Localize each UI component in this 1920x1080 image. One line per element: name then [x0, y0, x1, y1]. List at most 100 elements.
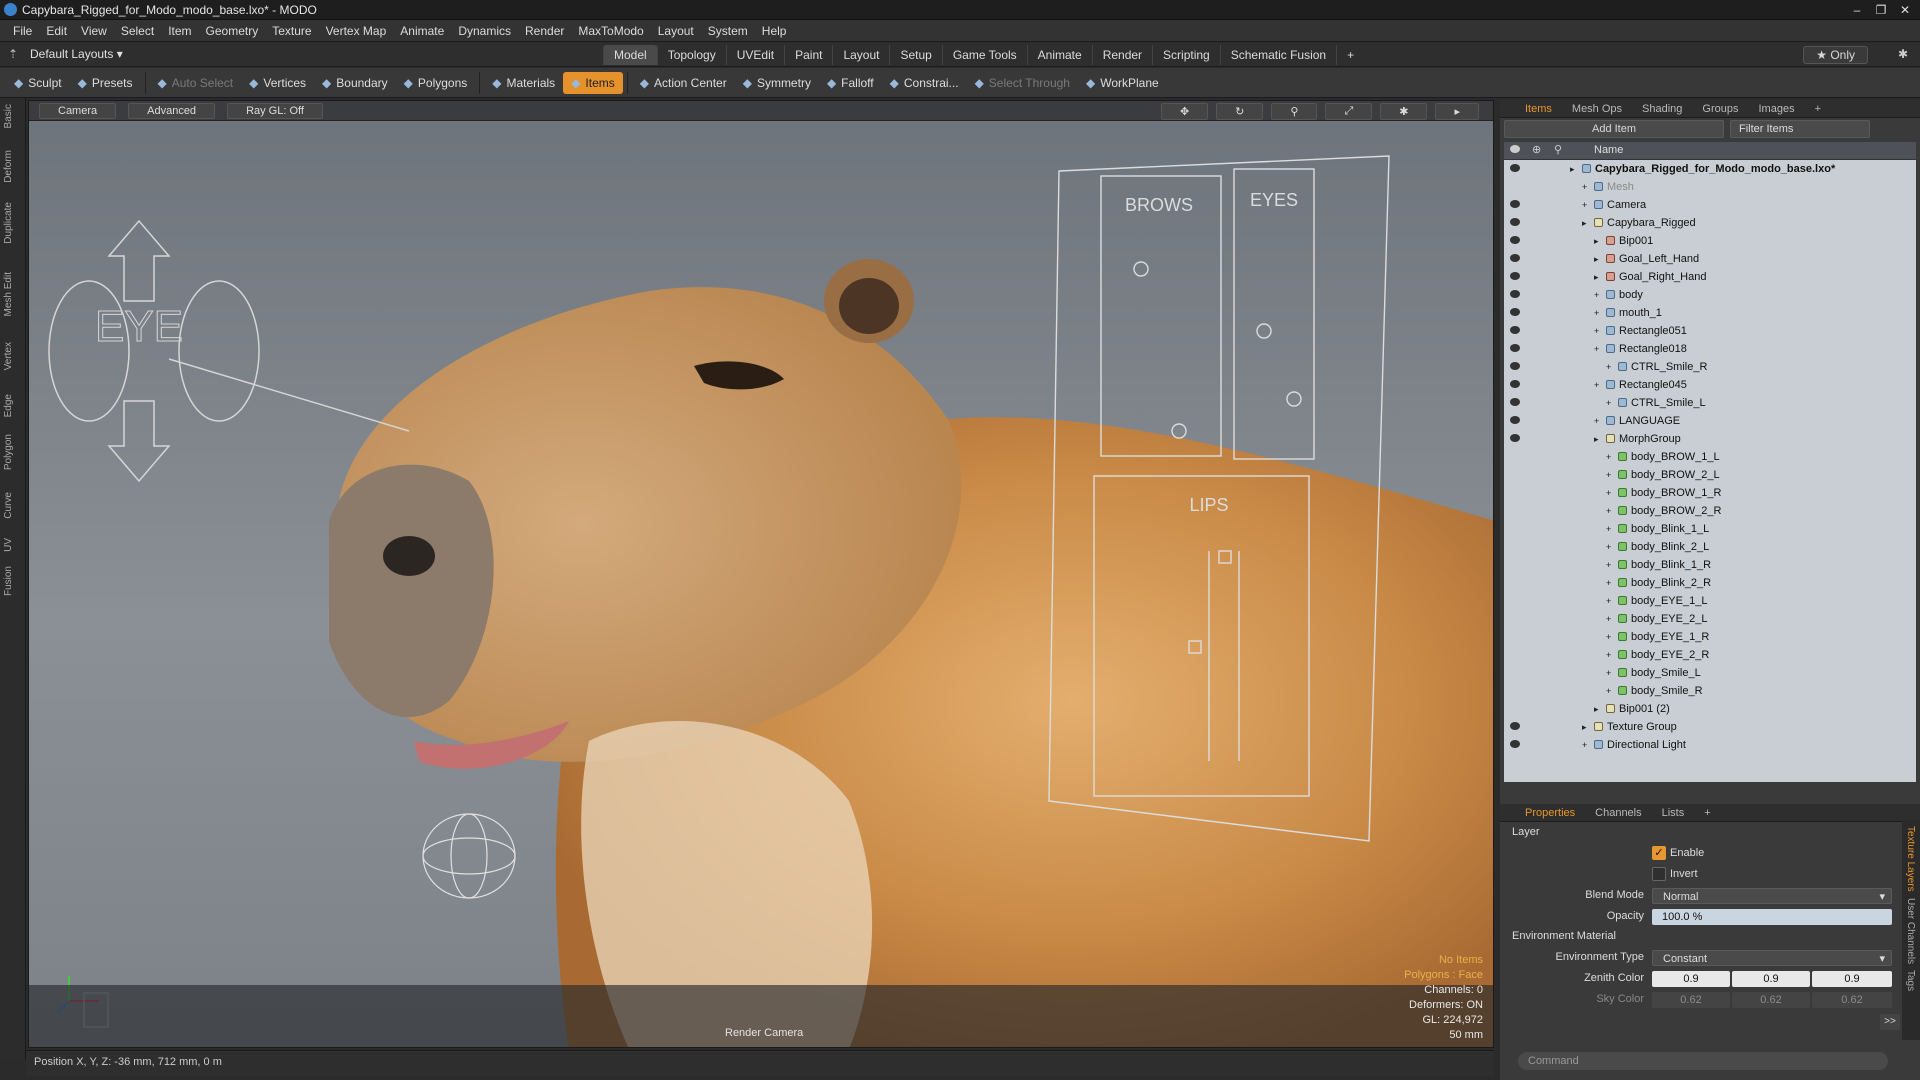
tab-schematic-fusion[interactable]: Schematic Fusion	[1219, 45, 1336, 65]
tree-row[interactable]: + body_Blink_2_L	[1504, 538, 1916, 556]
visibility-eye-icon[interactable]	[1510, 434, 1520, 442]
tree-row[interactable]: + mouth_1	[1504, 304, 1916, 322]
enable-checkbox[interactable]: ✓	[1652, 846, 1666, 860]
expand-toggle-icon[interactable]: +	[1582, 196, 1587, 214]
tree-row[interactable]: + Camera	[1504, 196, 1916, 214]
expand-toggle-icon[interactable]: +	[1606, 574, 1611, 592]
visibility-eye-icon[interactable]	[1510, 254, 1520, 262]
visibility-eye-icon[interactable]	[1510, 398, 1520, 406]
tree-row[interactable]: ▸ Bip001	[1504, 232, 1916, 250]
tab-topology[interactable]: Topology	[656, 45, 726, 65]
left-tab-deform[interactable]: Deform	[3, 150, 23, 183]
environment-section-header[interactable]: Environment Material	[1512, 930, 1616, 942]
expand-toggle-icon[interactable]: ▸	[1582, 718, 1587, 736]
expand-toggle-icon[interactable]: +	[1606, 484, 1611, 502]
tree-row[interactable]: ▸ Goal_Right_Hand	[1504, 268, 1916, 286]
expand-toggle-icon[interactable]: +	[1594, 340, 1599, 358]
tree-row[interactable]: + Rectangle051	[1504, 322, 1916, 340]
workplane-button[interactable]: ◆ WorkPlane	[1078, 72, 1167, 94]
menu-file[interactable]: File	[6, 24, 39, 38]
tree-row[interactable]: + CTRL_Smile_L	[1504, 394, 1916, 412]
opacity-field[interactable]: 100.0 %	[1652, 909, 1892, 925]
tree-row[interactable]: + body_BROW_1_R	[1504, 484, 1916, 502]
lock-column-icon[interactable]: ⊕	[1532, 143, 1541, 156]
add-item-button[interactable]: Add Item	[1504, 120, 1724, 138]
vertices-button[interactable]: ◆ Vertices	[241, 72, 314, 94]
left-tab-polygon[interactable]: Polygon	[3, 434, 23, 470]
tree-row[interactable]: + body_Blink_1_L	[1504, 520, 1916, 538]
tab-layout[interactable]: Layout	[832, 45, 889, 65]
expand-toggle-icon[interactable]: +	[1606, 538, 1611, 556]
expand-toggle-icon[interactable]: ▸	[1594, 700, 1599, 718]
menu-texture[interactable]: Texture	[265, 24, 318, 38]
items-tab-mesh-ops[interactable]: Mesh Ops	[1563, 102, 1631, 116]
tree-row[interactable]: + body_EYE_1_R	[1504, 628, 1916, 646]
tree-row[interactable]: + body_EYE_1_L	[1504, 592, 1916, 610]
presets-button[interactable]: ◆ Presets	[70, 72, 141, 94]
tab-animate[interactable]: Animate	[1026, 45, 1092, 65]
tree-row[interactable]: + body_BROW_2_R	[1504, 502, 1916, 520]
menu-layout[interactable]: Layout	[651, 24, 701, 38]
tree-row[interactable]: + body_Blink_2_R	[1504, 574, 1916, 592]
default-layouts-dropdown[interactable]: Default Layouts ▾	[30, 47, 123, 61]
tab-game-tools[interactable]: Game Tools	[941, 45, 1027, 65]
tab-setup[interactable]: Setup	[889, 45, 941, 65]
left-tab-edge[interactable]: Edge	[3, 394, 23, 417]
menu-maxtomodo[interactable]: MaxToModo	[571, 24, 650, 38]
expand-toggle-icon[interactable]: ▸	[1570, 160, 1575, 178]
tab-scripting[interactable]: Scripting	[1152, 45, 1220, 65]
visibility-eye-icon[interactable]	[1510, 722, 1520, 730]
visibility-eye-icon[interactable]	[1510, 164, 1520, 172]
visibility-eye-icon[interactable]	[1510, 272, 1520, 280]
sky-g-field[interactable]: 0.62	[1732, 992, 1810, 1008]
expand-toggle-icon[interactable]: +	[1594, 322, 1599, 340]
close-icon[interactable]: ✕	[1894, 2, 1916, 18]
expand-toggle-icon[interactable]: ▸	[1594, 430, 1599, 448]
menu-dynamics[interactable]: Dynamics	[451, 24, 518, 38]
tree-row[interactable]: + body_BROW_2_L	[1504, 466, 1916, 484]
3d-viewport[interactable]: Camera Advanced Ray GL: Off ✥ ↻ ⚲ ⤢ ✱ ▸	[28, 100, 1494, 1048]
blend-mode-select[interactable]: Normal ▾	[1652, 888, 1892, 904]
expand-toggle-icon[interactable]: ▸	[1594, 268, 1599, 286]
tree-row[interactable]: + body_Blink_1_R	[1504, 556, 1916, 574]
properties-tab-add[interactable]: +	[1695, 806, 1719, 820]
more-button[interactable]: >>	[1880, 1014, 1900, 1030]
expand-toggle-icon[interactable]: +	[1606, 502, 1611, 520]
layer-section-header[interactable]: Layer	[1512, 826, 1540, 838]
tree-row[interactable]: + body_EYE_2_R	[1504, 646, 1916, 664]
properties-tab-lists[interactable]: Lists	[1653, 806, 1694, 820]
tree-row[interactable]: + body_Smile_R	[1504, 682, 1916, 700]
expand-toggle-icon[interactable]: +	[1594, 412, 1599, 430]
expand-toggle-icon[interactable]: +	[1606, 628, 1611, 646]
tree-row[interactable]: + Mesh	[1504, 178, 1916, 196]
environment-type-select[interactable]: Constant ▾	[1652, 950, 1892, 966]
gear-icon[interactable]: ✱	[1898, 47, 1908, 61]
symmetry-button[interactable]: ◆ Symmetry	[735, 72, 819, 94]
expand-toggle-icon[interactable]: +	[1606, 394, 1611, 412]
expand-toggle-icon[interactable]: ▸	[1594, 250, 1599, 268]
menu-geometry[interactable]: Geometry	[199, 24, 266, 38]
left-tab-vertex[interactable]: Vertex	[3, 342, 23, 370]
tab-add[interactable]: +	[1336, 45, 1364, 65]
zenith-b-field[interactable]: 0.9	[1812, 971, 1892, 987]
expand-toggle-icon[interactable]: +	[1606, 466, 1611, 484]
visibility-eye-icon[interactable]	[1510, 344, 1520, 352]
properties-tab-channels[interactable]: Channels	[1586, 806, 1650, 820]
constrai-button[interactable]: ◆ Constrai...	[882, 72, 967, 94]
visibility-column-icon[interactable]	[1510, 145, 1520, 153]
tree-row[interactable]: + body_EYE_2_L	[1504, 610, 1916, 628]
tree-row[interactable]: ▸ Texture Group	[1504, 718, 1916, 736]
tree-row[interactable]: + CTRL_Smile_R	[1504, 358, 1916, 376]
sky-b-field[interactable]: 0.62	[1812, 992, 1892, 1008]
auto-select-button[interactable]: ◆ Auto Select	[150, 72, 242, 94]
falloff-button[interactable]: ◆ Falloff	[819, 72, 882, 94]
visibility-eye-icon[interactable]	[1510, 308, 1520, 316]
menu-animate[interactable]: Animate	[393, 24, 451, 38]
expand-toggle-icon[interactable]: +	[1606, 664, 1611, 682]
vtab-texture-layers[interactable]: Texture Layers	[1905, 826, 1916, 892]
expand-toggle-icon[interactable]: +	[1606, 358, 1611, 376]
visibility-eye-icon[interactable]	[1510, 200, 1520, 208]
visibility-eye-icon[interactable]	[1510, 326, 1520, 334]
expand-toggle-icon[interactable]: ▸	[1582, 214, 1587, 232]
expand-toggle-icon[interactable]: +	[1606, 610, 1611, 628]
